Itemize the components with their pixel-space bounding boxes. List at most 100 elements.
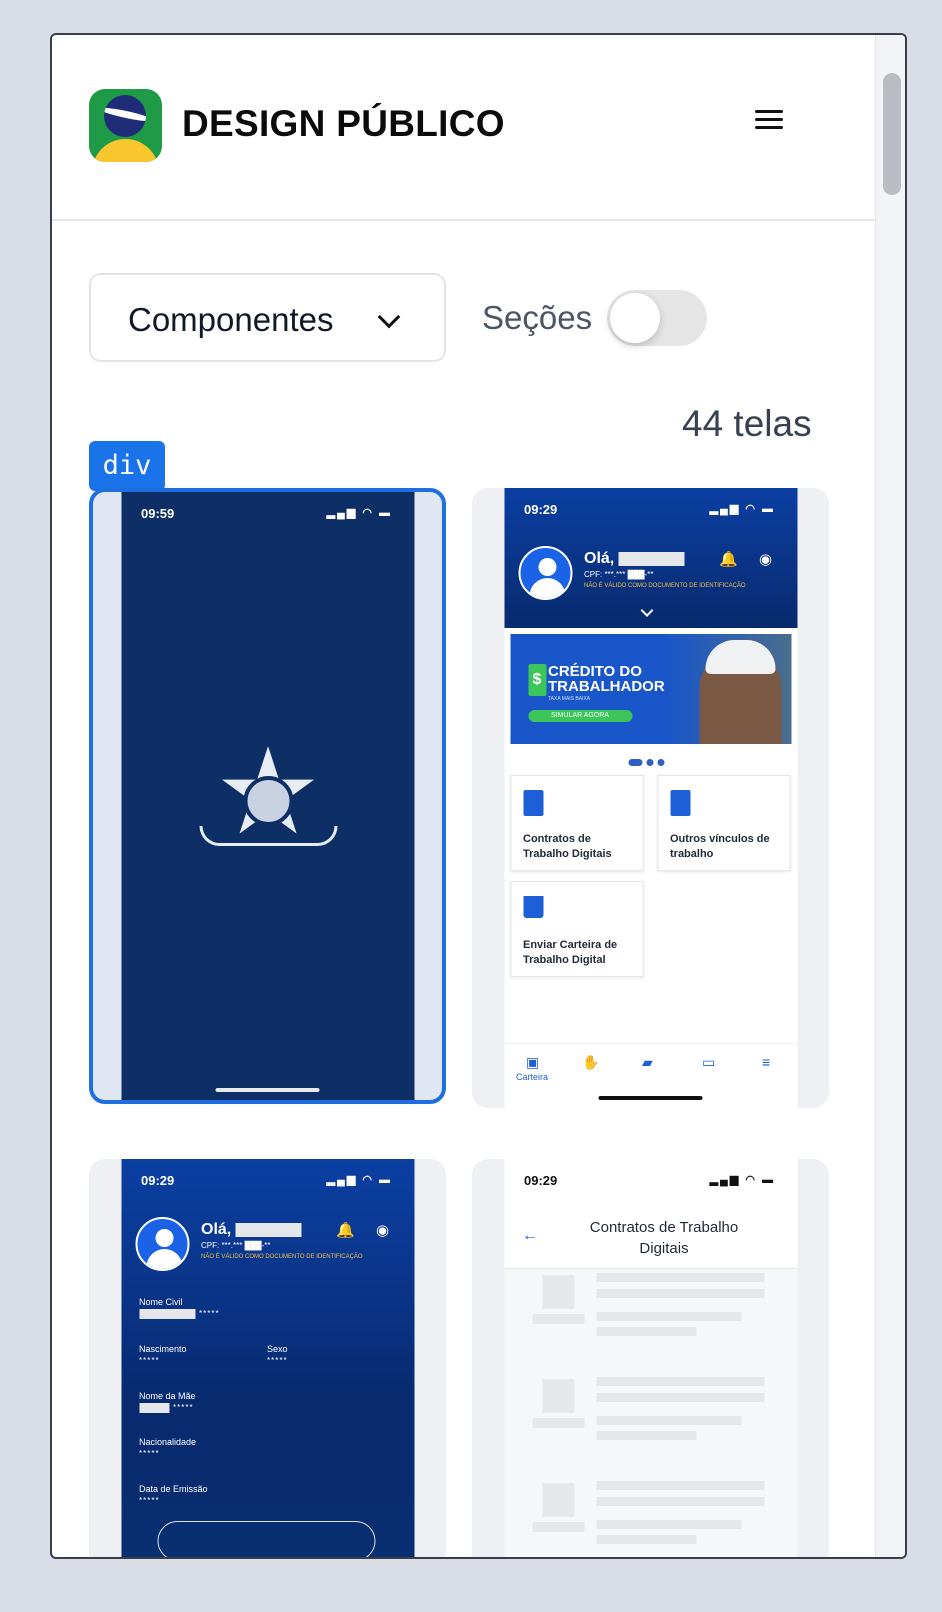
tile-label: Contratos de Trabalho Digitais <box>523 833 612 860</box>
briefcase-icon: ▰ <box>642 1054 653 1070</box>
skeleton-block <box>596 1520 741 1529</box>
brazil-coat-of-arms-icon: ★ <box>199 732 337 852</box>
cpf-text: CPF: ***.*** ███-** <box>201 1241 271 1250</box>
status-bar: 09:59 ▂▄▆ ◠ ▬ <box>121 492 414 532</box>
tile-outros-vinculos: Outros vínculos de trabalho <box>657 775 790 871</box>
wallet-icon: ▣ <box>526 1054 540 1070</box>
arrow-left-icon: ← <box>522 1227 538 1244</box>
bell-icon: 🔔 <box>336 1222 355 1239</box>
element-tag-badge: div <box>89 441 165 491</box>
sections-toggle[interactable] <box>607 290 707 346</box>
skeleton-block <box>542 1379 574 1413</box>
money-hand-icon: ✋ <box>582 1054 600 1070</box>
clipboard-list-icon <box>523 790 543 816</box>
status-time: 09:59 <box>141 506 175 521</box>
field-nascimento: Nascimento ***** <box>139 1344 187 1365</box>
status-time: 09:29 <box>524 1173 558 1188</box>
phone-wallet: 09:29 ▂▄▆ ◠ ▬ Olá, CPF: ***.*** ███-** N… <box>504 488 797 1108</box>
skeleton-block <box>596 1393 764 1402</box>
contracts-topbar: 09:29 ▂▄▆ ◠ ▬ ← Contratos de Trabalho Di… <box>504 1159 797 1269</box>
banner-subtitle: TAXA MAIS BAIXA <box>548 696 591 702</box>
screen-card-splash[interactable]: 09:59 ▂▄▆ ◠ ▬ ★ <box>89 488 446 1104</box>
screen-count: 44 telas <box>682 403 812 444</box>
carousel-dots <box>628 753 668 771</box>
status-time: 09:29 <box>524 502 558 517</box>
screen-card-details[interactable]: 09:29 ▂▄▆ ◠ ▬ Olá, CPF: ***.*** ███-** N… <box>89 1159 446 1557</box>
status-bar: 09:29 ▂▄▆ ◠ ▬ <box>504 1159 797 1199</box>
home-indicator <box>598 1096 703 1100</box>
skeleton-block <box>596 1481 764 1490</box>
contracts-title: Contratos de Trabalho Digitais <box>589 1219 739 1257</box>
menu-icon: ≡ <box>762 1054 771 1070</box>
vertical-scrollbar[interactable] <box>875 35 905 1557</box>
dropdown-label: Componentes <box>128 301 334 338</box>
eye-icon: ◉ <box>759 551 773 568</box>
field-nome-mae: Nome da Mãe ***** <box>139 1391 196 1413</box>
avatar-icon <box>135 1217 189 1271</box>
phone-details: 09:29 ▂▄▆ ◠ ▬ Olá, CPF: ***.*** ███-** N… <box>121 1159 414 1557</box>
document-icon <box>670 790 690 816</box>
hamburger-menu-icon[interactable] <box>752 105 786 139</box>
skeleton-block <box>596 1416 741 1425</box>
chevron-down-icon <box>377 305 401 329</box>
chevron-down-icon <box>640 604 653 617</box>
status-icons: ▂▄▆ ◠ ▬ <box>326 1174 392 1186</box>
brand-bold: DESIGN <box>182 103 326 144</box>
status-icons: ▂▄▆ ◠ ▬ <box>709 503 775 515</box>
status-time: 09:29 <box>141 1173 175 1188</box>
wallet-header: 09:29 ▂▄▆ ◠ ▬ Olá, CPF: ***.*** ███-** N… <box>504 488 797 628</box>
field-sexo: Sexo ***** <box>267 1344 288 1365</box>
skeleton-block <box>596 1497 764 1506</box>
skeleton-block <box>532 1314 584 1324</box>
sections-toggle-label: Seções <box>482 299 593 336</box>
skeleton-block <box>596 1535 696 1544</box>
field-nacionalidade: Nacionalidade ***** <box>139 1437 197 1458</box>
greeting: Olá, <box>201 1221 302 1239</box>
browser-frame: DESIGN PÚBLICO Componentes Seções 44 tel… <box>50 33 907 1559</box>
skeleton-block <box>532 1522 584 1532</box>
status-bar: 09:29 ▂▄▆ ◠ ▬ <box>504 488 797 528</box>
phone-splash: 09:59 ▂▄▆ ◠ ▬ ★ <box>121 492 414 1100</box>
screen-card-wallet[interactable]: 09:29 ▂▄▆ ◠ ▬ Olá, CPF: ***.*** ███-** N… <box>472 488 829 1108</box>
credito-banner: $ CRÉDITO DO TRABALHADOR TAXA MAIS BAIXA… <box>510 634 791 744</box>
cpf-text: CPF: ***.*** ███-** <box>584 570 654 579</box>
banner-cta: SIMULAR AGORA <box>528 710 632 722</box>
greeting: Olá, <box>584 550 685 568</box>
tile-enviar-carteira: Enviar Carteira de Trabalho Digital <box>510 881 643 977</box>
toggle-knob <box>610 293 660 343</box>
status-icons: ▂▄▆ ◠ ▬ <box>326 507 392 519</box>
skeleton-block <box>596 1273 764 1282</box>
field-nome-civil: Nome Civil ***** <box>139 1297 220 1319</box>
tile-label: Enviar Carteira de Trabalho Digital <box>523 939 618 966</box>
tab-label-carteira: Carteira <box>516 1072 549 1082</box>
cash-icon: ▭ <box>702 1054 716 1070</box>
skeleton-block <box>596 1312 741 1321</box>
skeleton-block <box>542 1275 574 1309</box>
eye-icon: ◉ <box>376 1222 390 1239</box>
site-header: DESIGN PÚBLICO <box>52 35 878 221</box>
page-content: DESIGN PÚBLICO Componentes Seções 44 tel… <box>52 35 878 1557</box>
banner-title: CRÉDITO DO TRABALHADOR <box>548 663 665 695</box>
skeleton-block <box>596 1431 696 1440</box>
skeleton-block <box>532 1418 584 1428</box>
brand-title[interactable]: DESIGN PÚBLICO <box>182 103 505 145</box>
screen-card-contracts[interactable]: 09:29 ▂▄▆ ◠ ▬ ← Contratos de Trabalho Di… <box>472 1159 829 1557</box>
status-bar: 09:29 ▂▄▆ ◠ ▬ <box>121 1159 414 1199</box>
id-warning: NÃO É VÁLIDO COMO DOCUMENTO DE IDENTIFIC… <box>584 583 746 589</box>
status-icons: ▂▄▆ ◠ ▬ <box>709 1174 775 1186</box>
scrollbar-thumb[interactable] <box>883 73 901 195</box>
helmet-shape <box>705 640 775 674</box>
skeleton-block <box>542 1483 574 1517</box>
bell-icon: 🔔 <box>719 551 738 568</box>
brand-regular: PÚBLICO <box>336 103 505 144</box>
upload-icon <box>523 896 543 918</box>
phone-contracts: 09:29 ▂▄▆ ◠ ▬ ← Contratos de Trabalho Di… <box>504 1159 797 1557</box>
skeleton-block <box>596 1327 696 1336</box>
logo-globe <box>104 95 146 137</box>
id-warning: NÃO É VÁLIDO COMO DOCUMENTO DE IDENTIFIC… <box>201 1254 363 1260</box>
dollar-icon: $ <box>528 664 546 696</box>
design-publico-logo[interactable] <box>89 89 162 162</box>
home-indicator <box>215 1088 320 1092</box>
field-data-emissao: Data de Emissão ***** <box>139 1484 208 1505</box>
components-dropdown[interactable]: Componentes <box>89 273 446 362</box>
